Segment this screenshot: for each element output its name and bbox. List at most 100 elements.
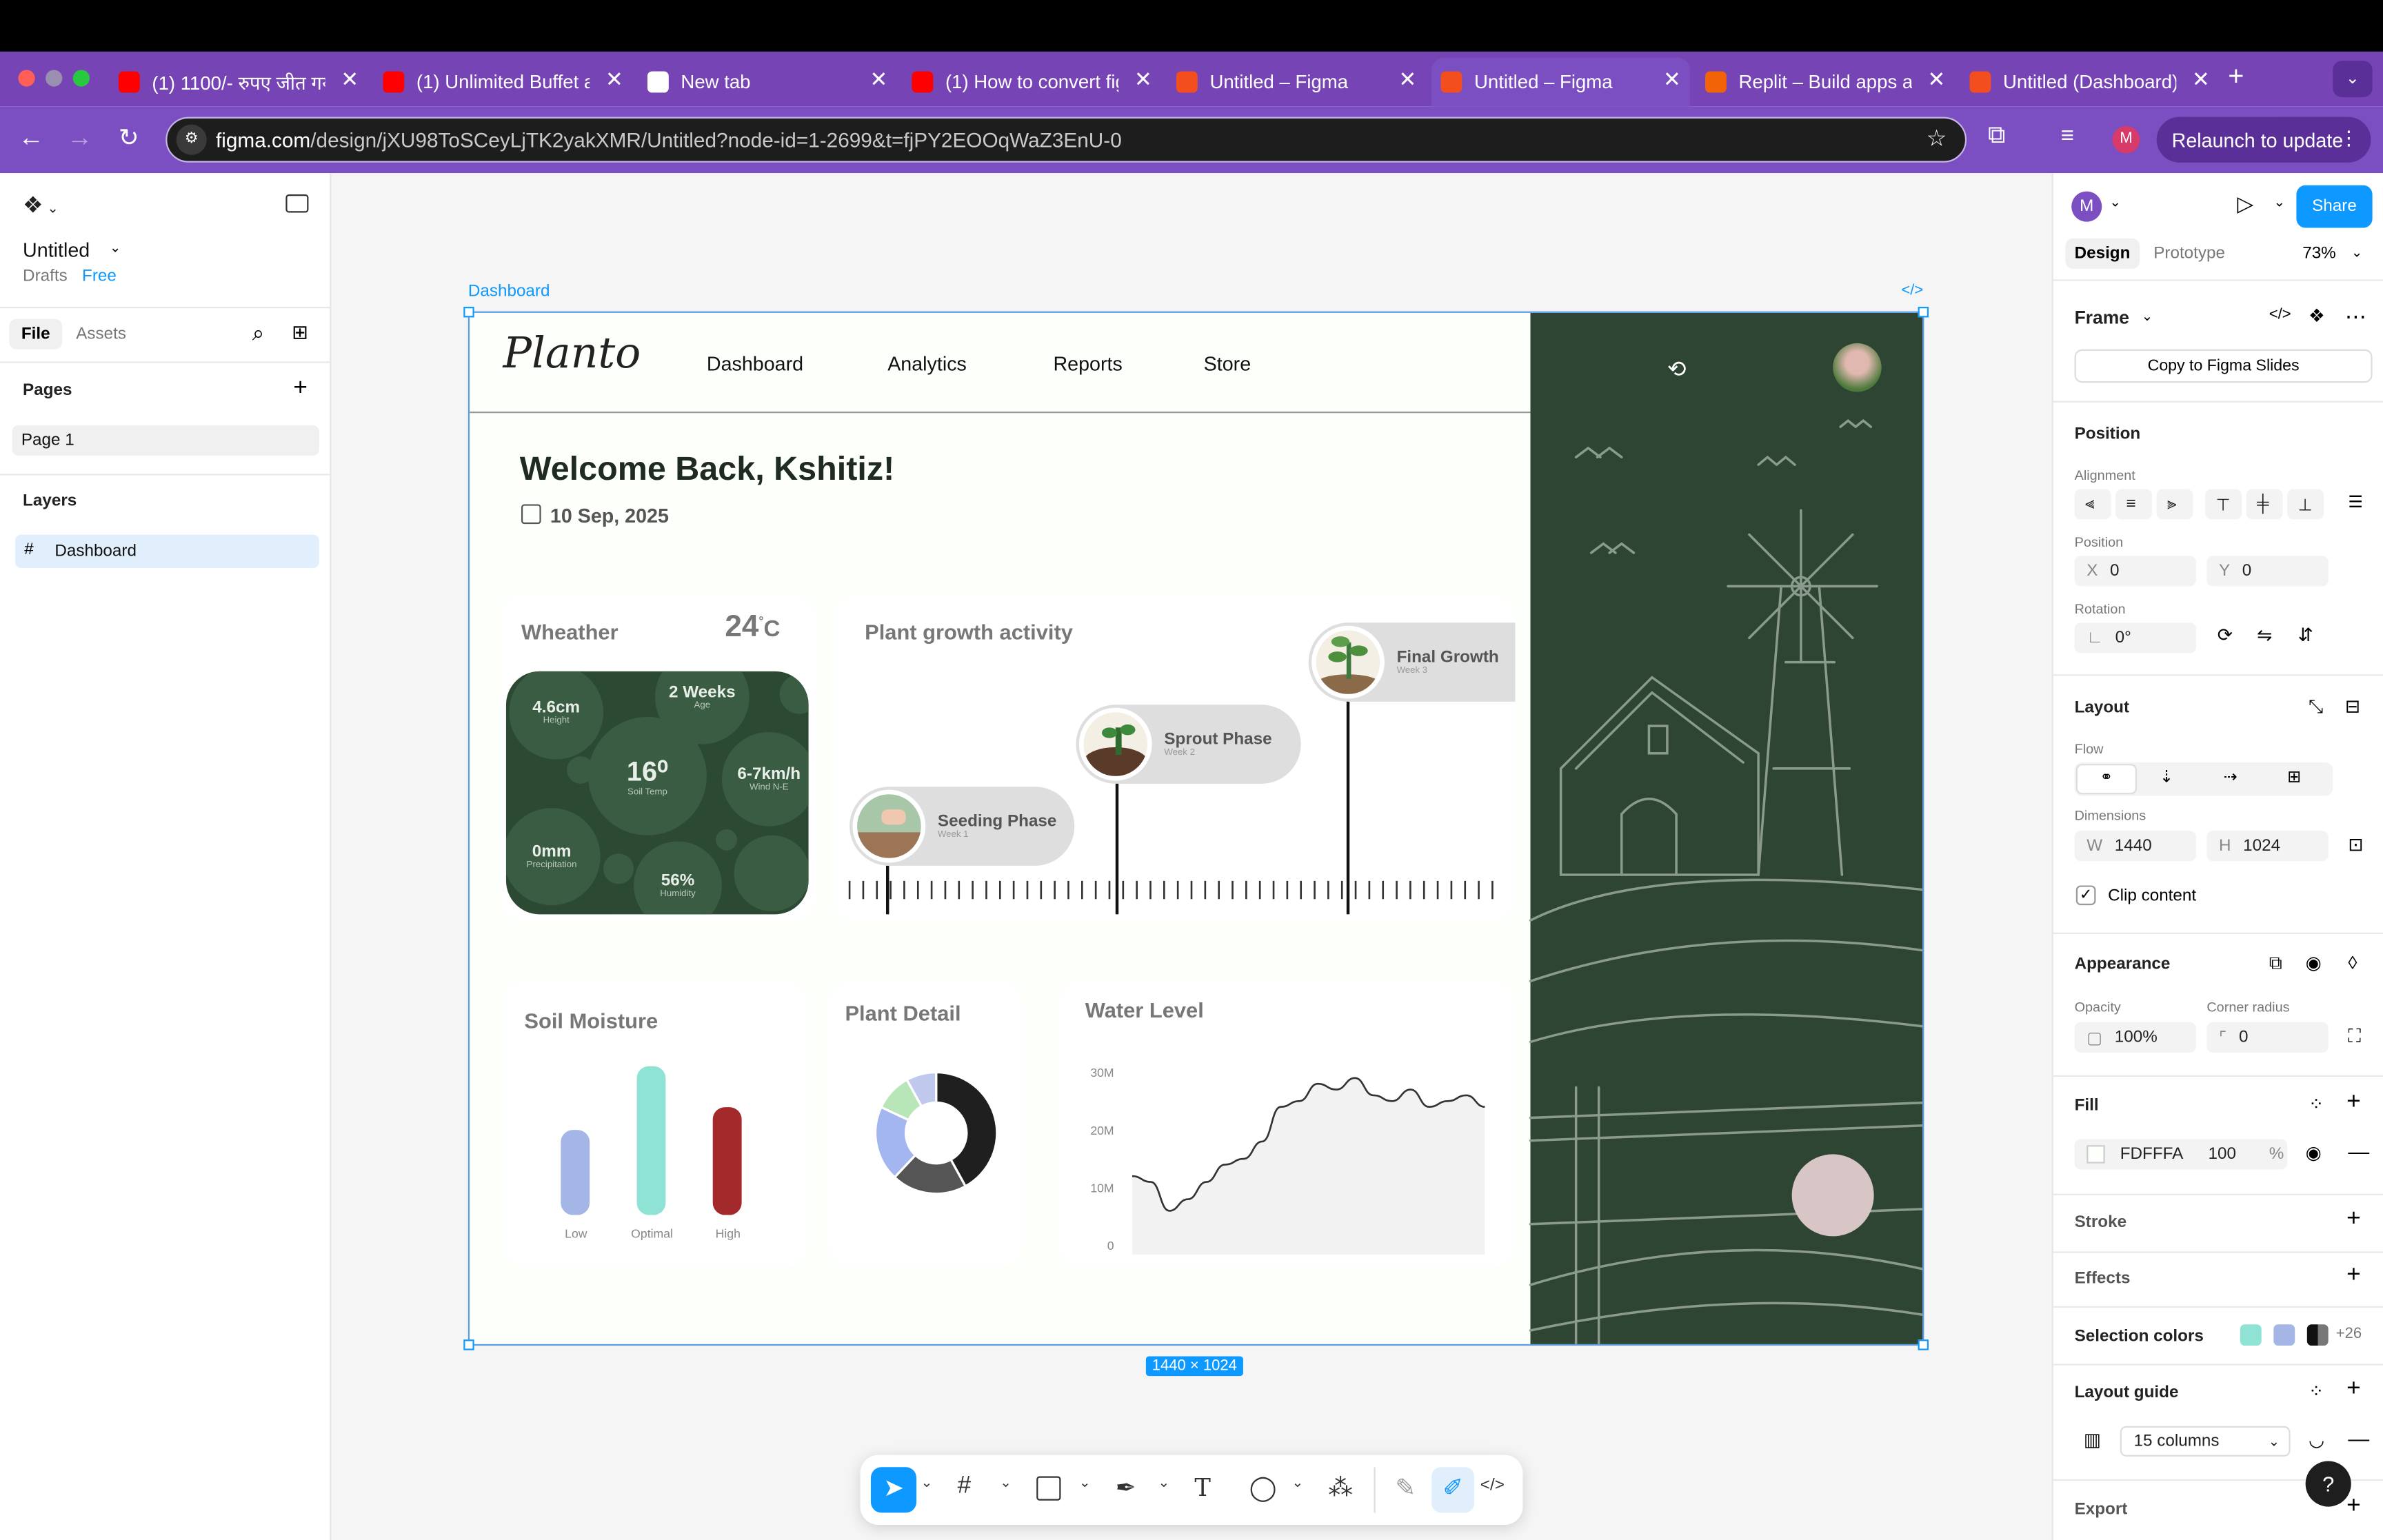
- x-input[interactable]: X0: [2074, 556, 2196, 587]
- relaunch-button[interactable]: Relaunch to update ⋮: [2156, 116, 2371, 163]
- variable-mode-icon[interactable]: ⧉: [2269, 952, 2282, 975]
- drafts-label[interactable]: Drafts: [23, 267, 68, 285]
- styles-icon[interactable]: ⁘: [2309, 1381, 2324, 1402]
- browser-tab[interactable]: (1) How to convert fig ✕: [903, 58, 1161, 107]
- chevron-down-icon[interactable]: ⌄: [2273, 194, 2285, 211]
- close-tab-icon[interactable]: ✕: [341, 67, 359, 92]
- design-mode-icon[interactable]: ✐: [1431, 1467, 1474, 1513]
- seeding-phase[interactable]: Seeding Phase Week 1: [849, 787, 1075, 866]
- corner-radius-input[interactable]: ⌜ 0: [2206, 1022, 2329, 1053]
- rotate-icon[interactable]: ⟳: [2218, 625, 2233, 646]
- more-icon[interactable]: ⋯: [2345, 304, 2366, 330]
- user-avatar[interactable]: M: [2071, 191, 2102, 222]
- chevron-down-icon[interactable]: ⌄: [1158, 1475, 1170, 1491]
- align-bottom-icon[interactable]: ⊥: [2287, 489, 2324, 520]
- new-tab-button[interactable]: +: [2228, 61, 2244, 92]
- bookmark-star-icon[interactable]: ☆: [1927, 125, 1947, 152]
- nav-store[interactable]: Store: [1204, 352, 1251, 375]
- final-growth-phase[interactable]: Final Growth Week 3: [1308, 622, 1516, 702]
- nav-analytics[interactable]: Analytics: [887, 352, 967, 375]
- flow-grid-icon[interactable]: ⊞: [2287, 767, 2301, 787]
- selection-more-count[interactable]: +26: [2336, 1326, 2362, 1342]
- close-tab-icon[interactable]: ✕: [869, 67, 887, 92]
- browser-tab[interactable]: Untitled – Figma ✕: [1167, 58, 1426, 107]
- more-vert-icon[interactable]: ⋮: [2339, 126, 2359, 150]
- close-tab-icon[interactable]: ✕: [1927, 67, 1945, 92]
- close-tab-icon[interactable]: ✕: [2192, 67, 2210, 92]
- browser-tab[interactable]: New tab ✕: [639, 58, 897, 107]
- media-icon[interactable]: ≡: [2061, 123, 2074, 148]
- independent-corners-icon[interactable]: ⛶: [2348, 1025, 2361, 1048]
- rectangle-tool-icon[interactable]: [1036, 1476, 1061, 1501]
- add-stroke-icon[interactable]: +: [2346, 1206, 2361, 1233]
- styles-icon[interactable]: ⁘: [2309, 1093, 2324, 1115]
- frame-label[interactable]: Dashboard: [468, 283, 550, 301]
- add-fill-icon[interactable]: +: [2346, 1089, 2361, 1117]
- close-tab-icon[interactable]: ✕: [1398, 67, 1416, 92]
- search-icon[interactable]: ⌕: [252, 321, 264, 346]
- flow-vertical-icon[interactable]: ⇣: [2160, 767, 2173, 787]
- y-input[interactable]: Y0: [2206, 556, 2329, 587]
- history-icon[interactable]: ⟲: [1667, 356, 1687, 383]
- code-icon[interactable]: </>: [1901, 283, 1923, 299]
- profile-avatar[interactable]: M: [2112, 125, 2140, 154]
- site-info-icon[interactable]: ⚙: [176, 124, 207, 155]
- resize-handle[interactable]: [463, 1339, 474, 1350]
- align-left-icon[interactable]: ⫷: [2074, 489, 2111, 520]
- resize-handle[interactable]: [1918, 307, 1929, 318]
- extensions-icon[interactable]: ⧉: [1988, 123, 2005, 150]
- help-icon[interactable]: ?: [2305, 1461, 2351, 1507]
- selection-color-swatch[interactable]: [2273, 1324, 2295, 1346]
- align-right-icon[interactable]: ⫸: [2156, 489, 2193, 520]
- nav-reports[interactable]: Reports: [1053, 352, 1122, 375]
- rotation-input[interactable]: ∟ 0°: [2074, 622, 2196, 654]
- resize-handle[interactable]: [463, 307, 474, 318]
- flip-horizontal-icon[interactable]: ⇋: [2257, 625, 2272, 646]
- nav-dashboard[interactable]: Dashboard: [707, 352, 803, 375]
- address-bar[interactable]: ⚙ figma.com/design/jXU98ToSCeyLjTK2yakXM…: [165, 116, 1967, 163]
- chevron-down-icon[interactable]: ⌄: [2351, 245, 2363, 261]
- distribute-icon[interactable]: ☰: [2348, 492, 2363, 511]
- toggle-sidebar-icon[interactable]: [285, 194, 309, 213]
- chevron-down-icon[interactable]: ⌄: [2142, 308, 2153, 325]
- flip-vertical-icon[interactable]: ⇵: [2298, 625, 2313, 646]
- align-top-icon[interactable]: ⊤: [2205, 489, 2242, 520]
- library-icon[interactable]: ⊞: [292, 321, 308, 345]
- user-avatar[interactable]: [1833, 343, 1882, 392]
- share-button[interactable]: Share: [2296, 185, 2373, 228]
- remove-guide-icon[interactable]: —: [2348, 1426, 2369, 1450]
- component-icon[interactable]: ❖: [2309, 305, 2325, 327]
- tab-search-button[interactable]: ⌄: [2333, 61, 2373, 98]
- dev-mode-icon[interactable]: </>: [1480, 1477, 1505, 1495]
- page-item[interactable]: Page 1: [12, 425, 319, 456]
- copy-to-slides-button[interactable]: Copy to Figma Slides: [2074, 349, 2373, 383]
- chevron-down-icon[interactable]: ⌄: [921, 1475, 933, 1491]
- close-tab-icon[interactable]: ✕: [1134, 67, 1152, 92]
- width-input[interactable]: W 1440: [2074, 831, 2196, 862]
- close-tab-icon[interactable]: ✕: [1663, 67, 1681, 92]
- browser-tab[interactable]: (1) Unlimited Buffet a ✕: [374, 58, 632, 107]
- text-tool-icon[interactable]: T: [1194, 1473, 1211, 1502]
- zoom-level[interactable]: 73%: [2302, 245, 2336, 263]
- browser-tab[interactable]: (1) 1100/- रुपए जीत गय ✕: [110, 58, 368, 107]
- flow-freeform-icon[interactable]: ⚭: [2075, 764, 2137, 795]
- move-tool-icon[interactable]: ➤: [870, 1467, 917, 1513]
- chevron-down-icon[interactable]: ⌄: [1079, 1475, 1091, 1491]
- dashboard-frame[interactable]: Planto Dashboard Analytics Reports Store…: [467, 311, 1924, 1346]
- collapse-icon[interactable]: ⤡: [2309, 696, 2323, 718]
- pen-tool-icon[interactable]: ✒: [1116, 1473, 1136, 1503]
- flow-horizontal-icon[interactable]: ⇢: [2224, 767, 2238, 787]
- align-center-icon[interactable]: ≡: [2115, 489, 2153, 520]
- opacity-input[interactable]: ▢ 100%: [2074, 1022, 2196, 1053]
- clip-content-checkbox[interactable]: ✓: [2075, 885, 2096, 906]
- tab-file[interactable]: File: [9, 318, 63, 349]
- forward-icon[interactable]: →: [67, 123, 92, 153]
- blend-icon[interactable]: ◊: [2348, 952, 2357, 973]
- resize-handle[interactable]: [1918, 1339, 1929, 1350]
- file-name[interactable]: Untitled: [23, 239, 90, 261]
- layer-dashboard[interactable]: # Dashboard: [15, 534, 319, 568]
- auto-layout-icon[interactable]: ⊟: [2345, 696, 2360, 717]
- browser-tab[interactable]: Untitled (Dashboard) ✕: [1960, 58, 2219, 107]
- add-page-icon[interactable]: +: [293, 375, 308, 403]
- draw-mode-icon[interactable]: ✎: [1395, 1473, 1416, 1503]
